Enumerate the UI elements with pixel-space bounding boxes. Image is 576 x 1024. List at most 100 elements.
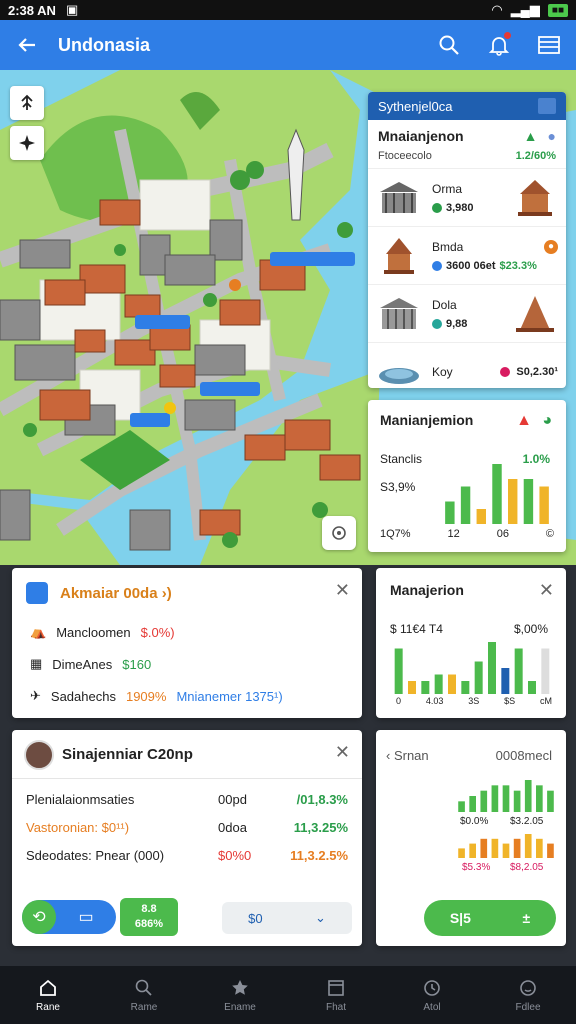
- status-badge: ●: [543, 239, 558, 254]
- window-icon: [328, 979, 344, 996]
- menu-icon[interactable]: [536, 32, 562, 58]
- landmark-value: 3,980: [446, 201, 474, 214]
- sensor-green-bar: [513, 790, 521, 812]
- list-item[interactable]: Dola 9,88: [368, 284, 566, 342]
- sensor-green-bar: [502, 785, 510, 812]
- app-title: Undonasia: [58, 34, 151, 55]
- search-icon: [135, 979, 152, 996]
- info-extra: Mnianemer 1375¹): [176, 688, 283, 704]
- info-value: 1909%: [125, 688, 167, 704]
- nav-alerts[interactable]: Atol: [384, 966, 480, 1024]
- landmark-name: Koy: [432, 364, 453, 379]
- stats-label-2: S3,9%: [380, 480, 416, 494]
- sensor-yellow-bar: [458, 848, 465, 858]
- card-icon[interactable]: ▭: [56, 907, 116, 927]
- stats-bar: [476, 509, 486, 524]
- mgmt-bar: [461, 681, 470, 694]
- chevron-left-icon[interactable]: ‹: [386, 748, 394, 763]
- sensor-yellow-bar: [480, 838, 488, 858]
- table-row: Vastoronian: $0¹¹) 0doa 11,3.25%: [26, 820, 348, 835]
- row-label: Sdeodates: Pnear (000): [26, 848, 165, 863]
- stats-title: Manianjemion: [380, 412, 474, 428]
- nav-explore[interactable]: Ename: [192, 966, 288, 1024]
- battery-icon: ■■: [547, 3, 568, 17]
- share-icon[interactable]: ⟲: [22, 900, 56, 934]
- list-item[interactable]: Bmda ● 3600 06et $23.3%: [368, 226, 566, 284]
- row-value: 00pd: [218, 792, 247, 807]
- row-value: 0doa: [218, 820, 247, 835]
- mgmt-bar: [394, 648, 403, 694]
- sensor-right-label: 0008mecl: [495, 748, 552, 763]
- list-item[interactable]: Koy S0,2.30¹: [368, 342, 566, 388]
- action-button-group[interactable]: ⟲ ▭: [22, 900, 116, 934]
- mgmt-bar: [434, 674, 443, 694]
- landmarks-subtitle: Mnaianjenon: [378, 128, 464, 144]
- mgmt-xtick: 3S: [468, 696, 480, 706]
- mgmt-bar: [474, 661, 483, 694]
- back-arrow-icon[interactable]: [14, 32, 40, 58]
- nav-chat[interactable]: Fhat: [288, 966, 384, 1024]
- landmark-name: Bmda: [432, 239, 464, 254]
- mgmt-xtick: 4.03: [425, 696, 444, 706]
- tent-icon: ⛺: [30, 624, 47, 639]
- landmarks-card: Sythenjel0ca Mnaianjenon ▲ ● Ftoceecolo …: [368, 92, 566, 388]
- green-val-1: $0.0%: [460, 816, 489, 827]
- nav-label: Atol: [423, 1001, 441, 1013]
- stats-footer-3: 06: [496, 528, 509, 540]
- navigate-icon[interactable]: [10, 86, 44, 120]
- nav-search[interactable]: Rame: [96, 966, 192, 1024]
- go-button[interactable]: S|5 ±: [424, 900, 556, 936]
- legend-dot: [478, 454, 488, 464]
- landmark-value: S0,2.30¹: [516, 365, 558, 378]
- badge-button[interactable]: 8.8 686%: [120, 898, 178, 936]
- sensor-yellow-bar: [536, 838, 543, 858]
- temple-icon: [518, 179, 552, 216]
- status-time: 2:38 AN: [8, 2, 56, 18]
- stats-footer-1: 1Q7%: [380, 528, 411, 540]
- sensor-back-label[interactable]: Srnan: [394, 748, 429, 763]
- info-icon: ●: [547, 128, 556, 144]
- bell-icon[interactable]: [486, 32, 512, 58]
- close-icon[interactable]: ✕: [539, 580, 554, 601]
- chat-icon: [26, 582, 48, 604]
- mgmt-bar: [408, 681, 416, 694]
- value-select[interactable]: $0 ⌄: [222, 902, 352, 934]
- museum-icon: [380, 297, 418, 329]
- landmark-name: Dola: [432, 297, 457, 312]
- signal-icon: ▂▄▆: [510, 2, 540, 17]
- list-item[interactable]: Orma 3,980: [368, 168, 566, 226]
- sensor-yellow-bar: [524, 834, 532, 858]
- nav-home[interactable]: Rane: [0, 966, 96, 1024]
- collapse-icon[interactable]: [538, 98, 556, 114]
- home-icon: [40, 979, 56, 996]
- stats-bar: [492, 464, 502, 524]
- landmarks-caption: Ftoceecolo: [378, 150, 432, 162]
- smile-icon: [520, 979, 536, 996]
- close-icon[interactable]: ✕: [335, 742, 350, 763]
- info-value: $.0%): [140, 624, 175, 640]
- stats-bar-chart: [445, 464, 549, 524]
- sensor-green-bar: [458, 801, 465, 812]
- mgmt-bar-chart: [394, 642, 550, 694]
- sensor-yellow-bar: [502, 843, 510, 858]
- app-bar: Undonasia: [0, 20, 576, 70]
- nav-profile[interactable]: Fdlee: [480, 966, 576, 1024]
- locate-icon[interactable]: [322, 516, 356, 550]
- stats-bar: [523, 479, 534, 524]
- table-row: Sdeodates: Pnear (000) $0%0 11,3.2.5%: [26, 848, 348, 863]
- nav-label: Fdlee: [515, 1001, 541, 1013]
- sensor-green-bar: [536, 785, 543, 812]
- plus-icon: ±: [522, 910, 531, 926]
- search-icon[interactable]: [436, 32, 462, 58]
- compass-icon[interactable]: [10, 126, 44, 160]
- close-icon[interactable]: ✕: [335, 580, 350, 601]
- avatar[interactable]: [24, 740, 54, 770]
- notification-icon: ▣: [65, 2, 79, 17]
- mgmt-right-value: $,00%: [513, 622, 548, 636]
- sensor-yellow-bar: [491, 838, 499, 858]
- sensor-green-bar: [491, 785, 499, 812]
- pin-icon: ▲: [523, 128, 538, 144]
- landmarks-header: Sythenjel0ca: [368, 92, 566, 120]
- mgmt-bar: [528, 681, 536, 694]
- sensor-card: ‹ Srnan 0008mecl $0.0% $3.2.05 $5.3% $8,…: [376, 730, 566, 946]
